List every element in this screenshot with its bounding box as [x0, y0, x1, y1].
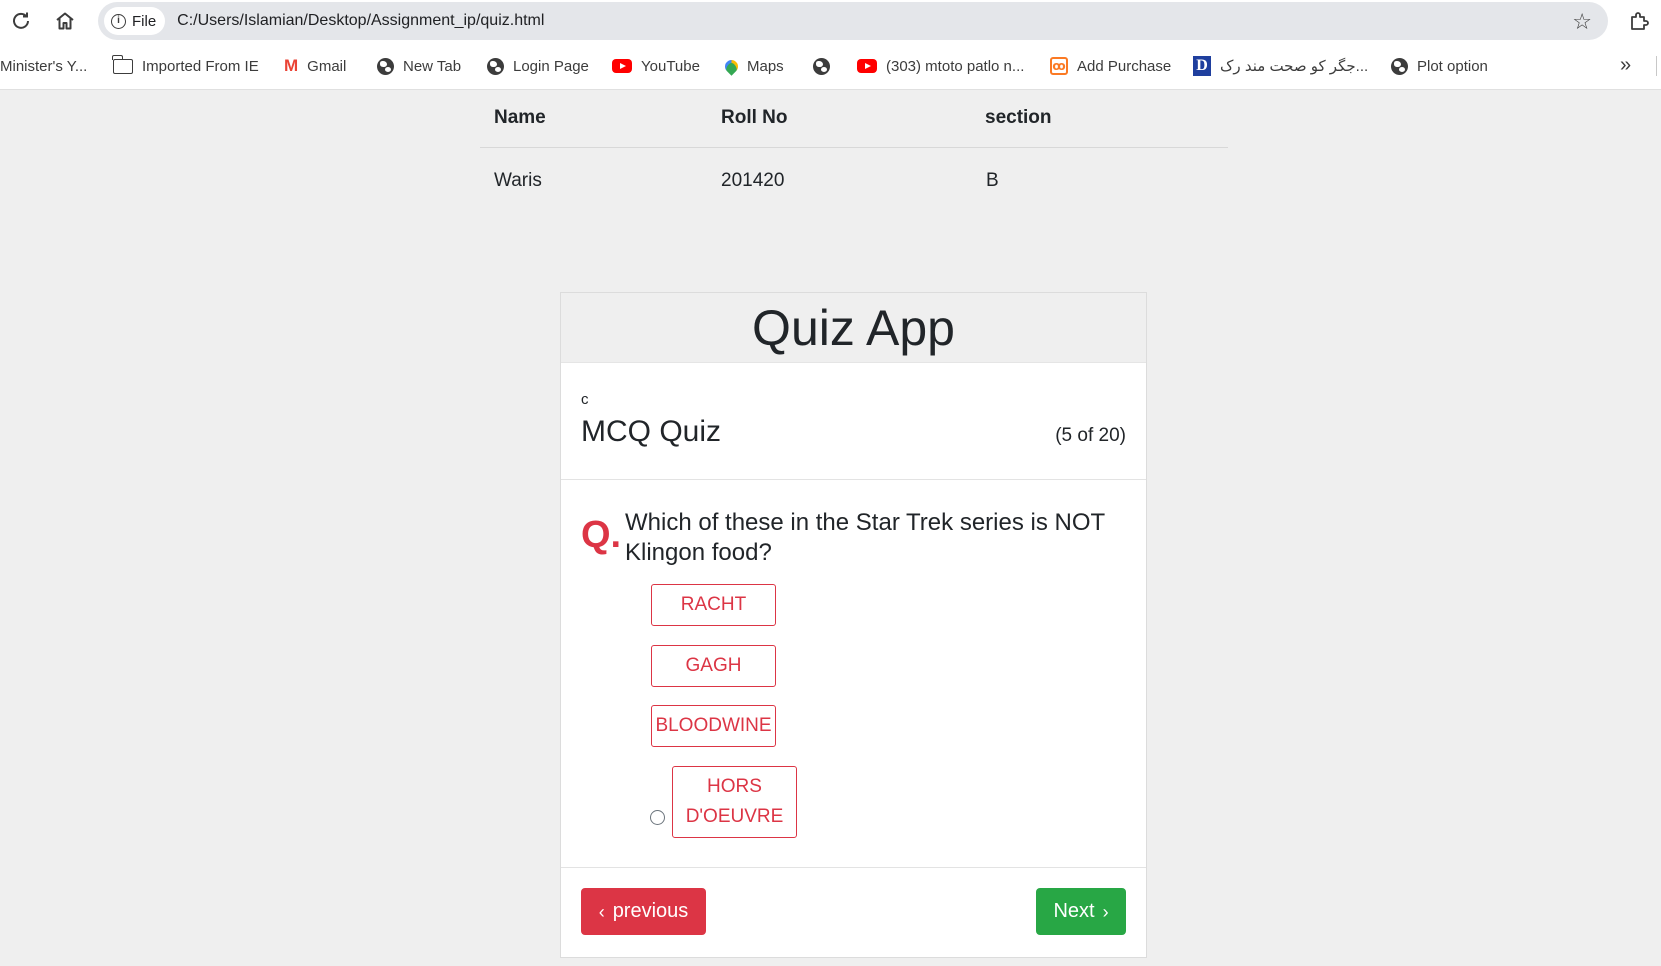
option-radio[interactable] [650, 810, 665, 825]
cell-name: Waris [494, 170, 542, 191]
bookmark-label: Plot option [1417, 57, 1488, 75]
chevron-right-icon: › [1102, 901, 1109, 922]
student-info-table: Name Roll No section [480, 92, 1228, 148]
home-icon[interactable] [50, 6, 80, 36]
youtube-icon [857, 59, 877, 73]
header-section: section [985, 107, 1052, 128]
bookmark-label: Maps [747, 57, 784, 75]
bookmark-label: Login Page [513, 57, 589, 75]
previous-button[interactable]: ‹ previous [581, 888, 706, 935]
site-info-chip[interactable]: i File [104, 7, 166, 35]
bookmark-youtube-video[interactable]: (303) mtoto patlo n... [857, 55, 1024, 77]
maps-icon [722, 56, 741, 76]
bookmark-label: جگر کو صحت مند رک... [1220, 58, 1369, 75]
globe-icon [487, 57, 504, 75]
previous-label: previous [612, 900, 689, 922]
next-label: Next [1053, 900, 1095, 922]
header-roll-no: Roll No [721, 107, 788, 128]
more-bookmarks-icon[interactable]: » [1620, 54, 1631, 77]
option-button[interactable]: BLOODWINE [651, 705, 776, 747]
bookmark-star-icon[interactable]: ☆ [1572, 9, 1592, 35]
bookmark-ministers[interactable]: Minister's Y... [0, 55, 87, 77]
dictionary-icon: D [1193, 56, 1211, 76]
quiz-footer: ‹ previous Next › [561, 868, 1146, 958]
globe-icon [1391, 57, 1408, 75]
file-label: File [132, 12, 157, 30]
chevron-left-icon: ‹ [598, 901, 605, 922]
next-button[interactable]: Next › [1036, 888, 1126, 935]
reload-icon[interactable] [6, 6, 36, 36]
globe-icon [377, 57, 394, 75]
extensions-icon[interactable] [1624, 6, 1654, 36]
bookmark-new-tab[interactable]: New Tab [377, 55, 461, 77]
quiz-title-bar: Quiz App [561, 293, 1146, 363]
option-button[interactable]: HORS D'OEUVRE [672, 766, 797, 838]
bookmark-youtube[interactable]: YouTube [612, 55, 700, 77]
question-text: Which of these in the Star Trek series i… [625, 509, 1105, 566]
divider [1656, 56, 1657, 76]
bookmark-label: New Tab [403, 57, 462, 75]
question-area: Q. Which of these in the Star Trek serie… [561, 480, 1146, 868]
bookmark-maps[interactable]: Maps [722, 55, 784, 77]
bookmark-urdu-article[interactable]: D جگر کو صحت مند رک... [1193, 55, 1368, 77]
bookmark-gmail[interactable]: M Gmail [284, 55, 346, 77]
stray-text: c [581, 391, 589, 408]
folder-icon [112, 54, 133, 74]
bookmark-plot-option[interactable]: Plot option [1391, 55, 1488, 77]
bookmarks-bar: Minister's Y... Imported From IE M Gmail… [0, 42, 1661, 90]
bookmark-label: (303) mtoto patlo n... [886, 57, 1025, 75]
bookmark-label: Imported From IE [142, 57, 259, 75]
header-name: Name [494, 107, 546, 128]
gmail-icon: M [284, 56, 299, 75]
info-icon: i [111, 13, 126, 29]
quiz-card: Quiz App c MCQ Quiz (5 of 20) Q. Which o… [560, 292, 1147, 958]
youtube-icon [612, 59, 632, 73]
bookmark-label: Minister's Y... [0, 57, 88, 75]
bookmark-imported-from-ie[interactable]: Imported From IE [112, 54, 259, 77]
bookmark-label: Gmail [307, 57, 347, 75]
cell-section: B [986, 170, 999, 191]
bookmark-label: YouTube [641, 57, 700, 75]
question-mark-label: Q. [581, 514, 622, 556]
quiz-subtitle: MCQ Quiz [581, 415, 722, 448]
bookmark-add-purchase[interactable]: ꝏ Add Purchase [1050, 55, 1171, 77]
url-text[interactable]: C:/Users/Islamian/Desktop/Assignment_ip/… [177, 12, 544, 30]
globe-icon [813, 57, 830, 75]
address-bar[interactable]: i File C:/Users/Islamian/Desktop/Assignm… [98, 2, 1608, 40]
table-header-row: Name Roll No section [480, 92, 1228, 148]
quiz-title: Quiz App [752, 299, 955, 356]
bookmark-globe[interactable] [813, 55, 830, 77]
browser-toolbar: i File C:/Users/Islamian/Desktop/Assignm… [0, 0, 1661, 42]
bookmark-label: Add Purchase [1077, 57, 1172, 75]
question-progress: (5 of 20) [1055, 425, 1126, 446]
bookmark-login-page[interactable]: Login Page [487, 55, 589, 77]
option-button[interactable]: RACHT [651, 584, 776, 626]
xampp-icon: ꝏ [1050, 57, 1068, 75]
option-button[interactable]: GAGH [651, 645, 776, 687]
quiz-header: c MCQ Quiz (5 of 20) [561, 363, 1146, 480]
cell-roll-no: 201420 [721, 170, 785, 191]
